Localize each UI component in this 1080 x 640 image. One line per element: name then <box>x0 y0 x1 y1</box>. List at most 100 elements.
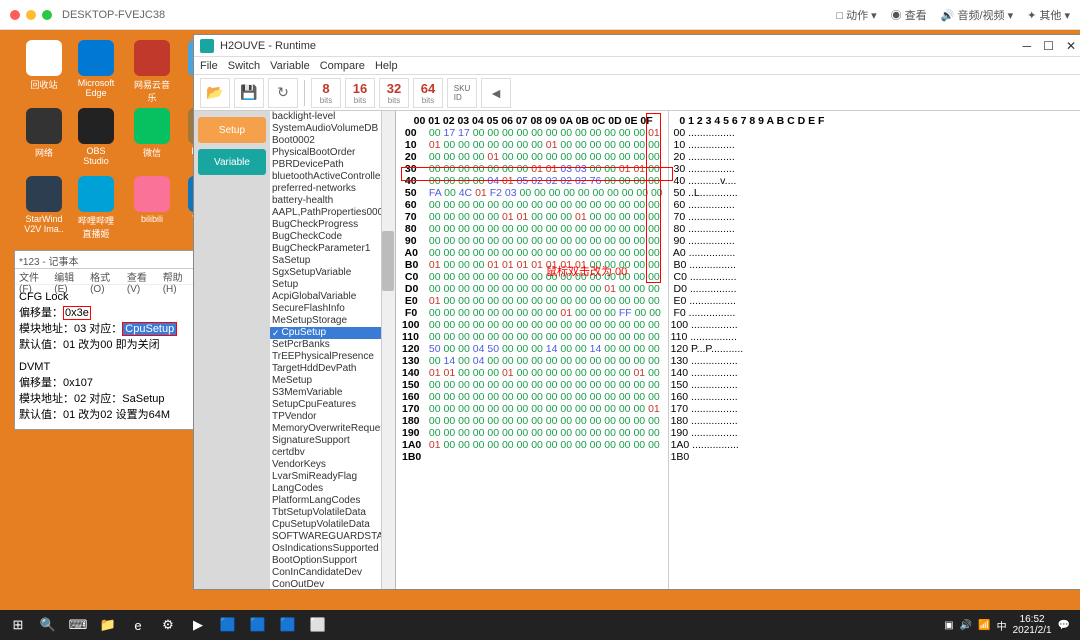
tree-item[interactable]: TbtSetupVolatileData <box>270 507 395 519</box>
host-action[interactable]: ◉ 查看 <box>891 7 927 23</box>
tree-item[interactable]: SignatureSupport <box>270 435 395 447</box>
scroll-thumb[interactable] <box>382 231 394 291</box>
taskbar-app[interactable]: 🟦 <box>214 613 242 637</box>
bits-16[interactable]: 16bits <box>345 78 375 108</box>
hex-row[interactable]: 100 00 00 00 00 00 00 00 00 00 00 00 00 … <box>402 319 666 331</box>
hex-row[interactable]: A0 00 00 00 00 00 00 00 00 00 00 00 00 0… <box>402 247 666 259</box>
hex-row[interactable]: 00 00 17 17 00 00 00 00 00 00 00 00 00 0… <box>402 127 666 139</box>
hex-row[interactable]: 50 FA 00 4C 01 F2 03 00 00 00 00 00 00 0… <box>402 187 666 199</box>
tree-item[interactable]: SgxSetupVariable <box>270 267 395 279</box>
back-icon[interactable]: ◄ <box>481 78 511 108</box>
taskbar-app[interactable]: 🔍 <box>34 613 62 637</box>
tree-item[interactable]: OsIndicationsSupported <box>270 543 395 555</box>
menu-help[interactable]: 帮助(H) <box>163 269 193 284</box>
sidebar-setup[interactable]: Setup <box>198 117 266 143</box>
tree-item[interactable]: MeSetup <box>270 375 395 387</box>
hex-row[interactable]: 1B0 <box>402 451 666 463</box>
desktop-icon[interactable]: OBS Studio <box>74 108 118 166</box>
hex-row[interactable]: 180 00 00 00 00 00 00 00 00 00 00 00 00 … <box>402 415 666 427</box>
taskbar-app[interactable]: 🟦 <box>274 613 302 637</box>
taskbar-app[interactable]: 🟦 <box>244 613 272 637</box>
tree-item[interactable]: battery-health <box>270 195 395 207</box>
desktop-icon[interactable]: 微信 <box>130 108 174 159</box>
hex-row[interactable]: E0 01 00 00 00 00 00 00 00 00 00 00 00 0… <box>402 295 666 307</box>
tree-item[interactable]: ConInCandidateDev <box>270 567 395 579</box>
hex-row[interactable]: 90 00 00 00 00 00 00 00 00 00 00 00 00 0… <box>402 235 666 247</box>
hex-row[interactable]: 190 00 00 00 00 00 00 00 00 00 00 00 00 … <box>402 427 666 439</box>
open-icon[interactable]: 📂 <box>200 78 230 108</box>
notepad-window[interactable]: *123 - 记事本 文件(F) 编辑(E) 格式(O) 查看(V) 帮助(H)… <box>14 250 198 430</box>
hex-row[interactable]: 120 50 00 00 04 50 00 00 00 14 00 00 14 … <box>402 343 666 355</box>
hex-row[interactable]: 20 00 00 00 00 01 00 00 00 00 00 00 00 0… <box>402 151 666 163</box>
hex-row[interactable]: 30 00 00 00 00 00 00 00 01 01 03 03 00 0… <box>402 163 666 175</box>
close-dot[interactable] <box>10 10 20 20</box>
tree-item[interactable]: VendorKeys <box>270 459 395 471</box>
tray-icon[interactable]: 🔊 <box>960 620 972 631</box>
taskbar-app[interactable]: ▶ <box>184 613 212 637</box>
tree-item[interactable]: LangCodes <box>270 483 395 495</box>
tree-item[interactable]: backlight-level <box>270 111 395 123</box>
scrollbar[interactable] <box>381 111 395 589</box>
tray-icon[interactable]: 📶 <box>978 620 990 631</box>
tree-item[interactable]: PlatformLangCodes <box>270 495 395 507</box>
tree-item[interactable]: certdbv <box>270 447 395 459</box>
tray-notifications-icon[interactable]: 💬 <box>1058 620 1070 631</box>
hex-row[interactable]: F0 00 00 00 00 00 00 00 00 00 01 00 00 0… <box>402 307 666 319</box>
menu-compare[interactable]: Compare <box>320 60 365 72</box>
tree-item[interactable]: ConOutDev <box>270 579 395 589</box>
desktop-icon[interactable]: StarWind V2V Ima.. <box>22 176 66 234</box>
tree-item[interactable]: BugCheckCode <box>270 231 395 243</box>
bits-8[interactable]: 8bits <box>311 78 341 108</box>
menu-file[interactable]: 文件(F) <box>19 269 48 284</box>
tree-item[interactable]: TPVendor <box>270 411 395 423</box>
desktop-icon[interactable]: bilibili <box>130 176 174 224</box>
menu-switch[interactable]: Switch <box>228 60 260 72</box>
tree-item[interactable]: SystemAudioVolumeDB <box>270 123 395 135</box>
close-icon[interactable]: ✕ <box>1066 39 1076 53</box>
maximize-icon[interactable]: ☐ <box>1043 39 1054 53</box>
tree-item[interactable]: CpuSetup <box>270 327 395 339</box>
menu-view[interactable]: 查看(V) <box>127 269 157 284</box>
h2ouve-window[interactable]: H2OUVE - Runtime ─ ☐ ✕ File Switch Varia… <box>193 34 1080 590</box>
desktop-icon[interactable]: 回收站 <box>22 40 66 91</box>
tree-item[interactable]: SecureFlashInfo <box>270 303 395 315</box>
hex-row[interactable]: 110 00 00 00 00 00 00 00 00 00 00 00 00 … <box>402 331 666 343</box>
sidebar-variable[interactable]: Variable <box>198 149 266 175</box>
bits-32[interactable]: 32bits <box>379 78 409 108</box>
taskbar-app[interactable]: ⌨ <box>64 613 92 637</box>
tree-item[interactable]: BootOptionSupport <box>270 555 395 567</box>
tree-item[interactable]: BugCheckParameter1 <box>270 243 395 255</box>
hex-row[interactable]: 170 00 00 00 00 00 00 00 00 00 00 00 00 … <box>402 403 666 415</box>
save-icon[interactable]: 💾 <box>234 78 264 108</box>
taskbar-app[interactable]: ⊞ <box>4 613 32 637</box>
tree-item[interactable]: AAPL,PathProperties0000 <box>270 207 395 219</box>
variable-tree[interactable]: backlight-levelSystemAudioVolumeDBBoot00… <box>270 111 396 589</box>
app-menu[interactable]: File Switch Variable Compare Help <box>194 57 1080 75</box>
tree-item[interactable]: MeSetupStorage <box>270 315 395 327</box>
menu-help[interactable]: Help <box>375 60 398 72</box>
hex-row[interactable]: 160 00 00 00 00 00 00 00 00 00 00 00 00 … <box>402 391 666 403</box>
tree-item[interactable]: SetPcrBanks <box>270 339 395 351</box>
desktop-icon[interactable]: 哔哩哔哩直播姬 <box>74 176 118 240</box>
host-action[interactable]: ✦ 其他 ▾ <box>1027 7 1070 23</box>
tray-ime[interactable]: 中 <box>997 618 1007 633</box>
tree-item[interactable]: PhysicalBootOrder <box>270 147 395 159</box>
tree-item[interactable]: TrEEPhysicalPresence <box>270 351 395 363</box>
tree-item[interactable]: SaSetup <box>270 255 395 267</box>
tree-item[interactable]: LvarSmiReadyFlag <box>270 471 395 483</box>
tree-item[interactable]: MemoryOverwriteRequestCo <box>270 423 395 435</box>
history-icon[interactable]: ↻ <box>268 78 298 108</box>
menu-format[interactable]: 格式(O) <box>90 269 121 284</box>
hex-row[interactable]: 60 00 00 00 00 00 00 00 00 00 00 00 00 0… <box>402 199 666 211</box>
tree-item[interactable]: CpuSetupVolatileData <box>270 519 395 531</box>
tree-item[interactable]: BugCheckProgress <box>270 219 395 231</box>
hex-view[interactable]: 00 01 02 03 04 05 06 07 08 09 0A 0B 0C 0… <box>396 111 1080 589</box>
taskbar-app[interactable]: 📁 <box>94 613 122 637</box>
tree-item[interactable]: TargetHddDevPath <box>270 363 395 375</box>
host-action[interactable]: 🔊 音频/视频 ▾ <box>941 7 1013 23</box>
hex-row[interactable]: D0 00 00 00 00 00 00 00 00 00 00 00 00 0… <box>402 283 666 295</box>
tree-item[interactable]: Boot0002 <box>270 135 395 147</box>
tree-item[interactable]: S3MemVariable <box>270 387 395 399</box>
taskbar-app[interactable]: ⬜ <box>304 613 332 637</box>
taskbar[interactable]: ⊞🔍⌨📁e⚙▶🟦🟦🟦⬜ ▣ 🔊 📶 中 16:52 2021/2/1 💬 <box>0 610 1080 640</box>
